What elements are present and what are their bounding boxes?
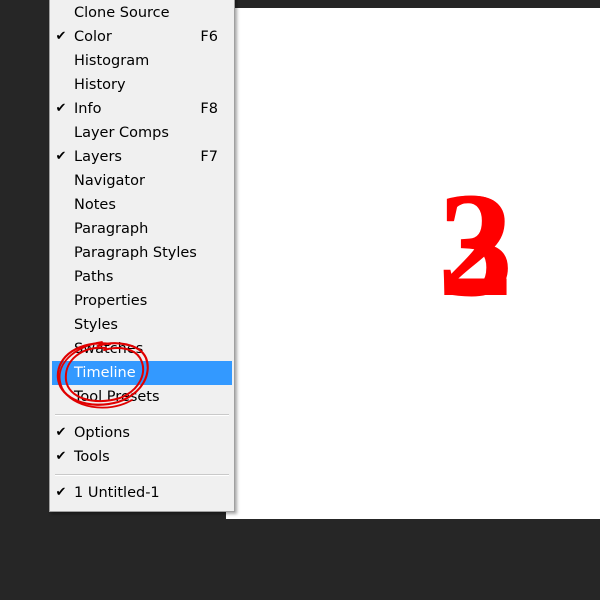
menu-item-clone-source[interactable]: Clone Source [52, 1, 232, 25]
menu-item-tools[interactable]: ✔ Tools [52, 445, 232, 469]
menu-item-color[interactable]: ✔ Color F6 [52, 25, 232, 49]
menu-item-properties[interactable]: Properties [52, 289, 232, 313]
menu-item-label: Paragraph Styles [74, 245, 197, 261]
menu-item-styles[interactable]: Styles [52, 313, 232, 337]
menu-item-info[interactable]: ✔ Info F8 [52, 97, 232, 121]
menu-item-shortcut: F6 [200, 29, 218, 45]
menu-item-label: Properties [74, 293, 148, 309]
menu-item-label: Info [74, 101, 102, 117]
check-icon: ✔ [55, 425, 67, 440]
menu-item-label: Navigator [74, 173, 145, 189]
menu-item-document-untitled-1[interactable]: ✔ 1 Untitled-1 [52, 481, 232, 505]
menu-separator [55, 414, 229, 416]
menu-item-label: History [74, 77, 126, 93]
menu-item-shortcut: F7 [200, 149, 218, 165]
menu-item-label: Layers [74, 149, 122, 165]
menu-item-paths[interactable]: Paths [52, 265, 232, 289]
check-icon: ✔ [55, 101, 67, 116]
menu-item-histogram[interactable]: Histogram [52, 49, 232, 73]
menu-item-label: Clone Source [74, 5, 170, 21]
document-canvas[interactable] [226, 8, 600, 519]
menu-item-label: Styles [74, 317, 118, 333]
menu-item-label: Tools [74, 449, 110, 465]
check-icon: ✔ [55, 29, 67, 44]
check-icon: ✔ [55, 449, 67, 464]
menu-item-paragraph-styles[interactable]: Paragraph Styles [52, 241, 232, 265]
check-icon: ✔ [55, 485, 67, 500]
menu-item-label: Swatches [74, 341, 144, 357]
menu-item-label: Tool Presets [74, 389, 160, 405]
menu-item-label: Timeline [74, 365, 136, 381]
check-icon: ✔ [55, 149, 67, 164]
menu-item-layer-comps[interactable]: Layer Comps [52, 121, 232, 145]
menu-item-options[interactable]: ✔ Options [52, 421, 232, 445]
menu-item-notes[interactable]: Notes [52, 193, 232, 217]
canvas-number-two: 2 [438, 162, 513, 328]
menu-separator [55, 474, 229, 476]
menu-item-label: Layer Comps [74, 125, 169, 141]
menu-item-timeline[interactable]: Timeline [52, 361, 232, 385]
menu-item-label: Histogram [74, 53, 150, 69]
menu-item-paragraph[interactable]: Paragraph [52, 217, 232, 241]
menu-item-layers[interactable]: ✔ Layers F7 [52, 145, 232, 169]
menu-item-shortcut: F8 [200, 101, 218, 117]
menu-item-navigator[interactable]: Navigator [52, 169, 232, 193]
menu-item-label: 1 Untitled-1 [74, 485, 160, 501]
menu-item-label: Notes [74, 197, 116, 213]
menu-item-label: Options [74, 425, 130, 441]
window-menu-dropdown: Clone Source ✔ Color F6 Histogram Histor… [49, 0, 235, 512]
menu-item-tool-presets[interactable]: Tool Presets [52, 385, 232, 409]
menu-item-swatches[interactable]: Swatches [52, 337, 232, 361]
menu-item-history[interactable]: History [52, 73, 232, 97]
menu-item-label: Color [74, 29, 112, 45]
menu-item-label: Paths [74, 269, 114, 285]
menu-item-label: Paragraph [74, 221, 149, 237]
